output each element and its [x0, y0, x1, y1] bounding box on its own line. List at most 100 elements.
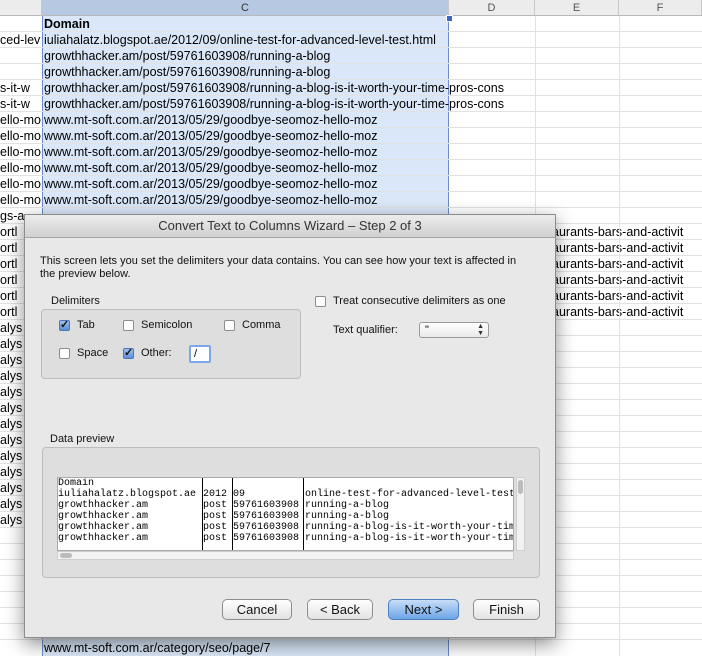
preview-vertical-scrollbar[interactable] [516, 477, 525, 551]
other-label: Other: [141, 347, 172, 359]
scrollbar-thumb[interactable] [60, 553, 72, 558]
cell-column-b[interactable]: ello-mo [0, 144, 42, 160]
delimiters-label: Delimiters [51, 295, 100, 307]
checkbox-checked-icon[interactable] [123, 346, 134, 359]
preview-horizontal-scrollbar[interactable] [57, 551, 514, 560]
updown-arrows-icon: ▲ ▼ [477, 323, 484, 337]
cell-column-e[interactable]: aurants-bars-and-activit [552, 304, 702, 320]
selection-handle[interactable] [446, 15, 453, 22]
preview-cell: 59761603908 [233, 500, 300, 511]
cell-column-c[interactable]: iuliahalatz.blogspot.ae/2012/09/online-t… [44, 32, 436, 48]
cell-column-b[interactable]: s-it-w [0, 96, 42, 112]
cell-column-c[interactable]: www.mt-soft.com.ar/2013/05/29/goodbye-se… [44, 176, 377, 192]
preview-cell: growthhacker.am [58, 500, 149, 511]
preview-cell: 09 [233, 489, 246, 500]
cell-column-e[interactable]: aurants-bars-and-activit [552, 256, 702, 272]
cell-column-b[interactable]: s-it-w [0, 80, 42, 96]
preview-cell: 2012 [203, 489, 228, 500]
cell-column-c[interactable]: growthhacker.am/post/59761603908/running… [44, 80, 504, 96]
other-delimiter-input[interactable]: / [189, 345, 211, 363]
semicolon-label: Semicolon [141, 319, 193, 331]
gridline [619, 16, 620, 656]
consecutive-delimiters-checkbox[interactable]: Treat consecutive delimiters as one [315, 295, 506, 307]
data-preview-table[interactable]: Domain iuliahalatz.blogspot.ae growthhac… [57, 477, 514, 551]
preview-cell: iuliahalatz.blogspot.ae [58, 489, 197, 500]
cell-column-c[interactable]: www.mt-soft.com.ar/2013/05/29/goodbye-se… [44, 192, 377, 208]
text-qualifier-label: Text qualifier: [333, 324, 398, 336]
cell-column-e[interactable]: aurants-bars-and-activit [552, 240, 702, 256]
checkbox-unchecked-icon[interactable] [224, 319, 235, 331]
cell-column-c[interactable]: www.mt-soft.com.ar/2013/05/29/goodbye-se… [44, 160, 377, 176]
space-label: Space [77, 347, 109, 359]
column-header-f[interactable]: F [619, 0, 702, 16]
data-preview-label: Data preview [50, 433, 115, 445]
checkbox-checked-icon[interactable] [59, 318, 70, 331]
cell-column-c[interactable]: growthhacker.am/post/59761603908/running… [44, 96, 504, 112]
preview-cell: growthhacker.am [58, 533, 149, 544]
cell-column-b[interactable]: ello-mo [0, 128, 42, 144]
preview-cell: running-a-blog-is-it-worth-your-tim [305, 533, 514, 544]
preview-cell [203, 478, 231, 489]
cell-column-c[interactable]: www.mt-soft.com.ar/2013/05/29/goodbye-se… [44, 144, 377, 160]
tab-checkbox[interactable]: Tab [59, 318, 95, 331]
sheet-row [0, 16, 702, 32]
text-qualifier-value: " [425, 324, 429, 336]
cell-column-e[interactable]: aurants-bars-and-activit [552, 224, 702, 240]
cell-column-e[interactable]: aurants-bars-and-activit [552, 288, 702, 304]
preview-cell: growthhacker.am [58, 511, 149, 522]
comma-checkbox[interactable]: Comma [224, 319, 281, 331]
other-checkbox[interactable]: Other: [123, 346, 172, 359]
preview-cell: running-a-blog-is-it-worth-your-tim [305, 522, 514, 533]
preview-cell: Domain [58, 478, 95, 489]
text-to-columns-dialog: Convert Text to Columns Wizard – Step 2 … [24, 214, 556, 638]
preview-cell: post [203, 522, 228, 533]
dialog-description: This screen lets you set the delimiters … [40, 255, 517, 280]
column-header-c[interactable]: C [42, 0, 449, 16]
cell-column-c[interactable]: growthhacker.am/post/59761603908/running… [44, 64, 330, 80]
preview-column-1: Domain iuliahalatz.blogspot.ae growthhac… [58, 478, 202, 550]
checkbox-unchecked-icon[interactable] [315, 295, 326, 307]
column-header-b[interactable] [0, 0, 42, 16]
cell-column-c[interactable]: growthhacker.am/post/59761603908/running… [44, 48, 330, 64]
cancel-button[interactable]: Cancel [222, 599, 292, 620]
preview-column-2: 2012 post post post post [203, 478, 231, 550]
cell-column-b[interactable] [0, 64, 42, 80]
cell-column-b[interactable]: ello-mo [0, 112, 42, 128]
preview-cell: running-a-blog [305, 500, 390, 511]
preview-cell: 59761603908 [233, 533, 300, 544]
cell-column-b[interactable]: ced-lev [0, 32, 42, 48]
cell-column-b[interactable]: ello-mo [0, 192, 42, 208]
dialog-title: Convert Text to Columns Wizard – Step 2 … [25, 215, 555, 238]
next-button[interactable]: Next > [388, 599, 459, 620]
text-qualifier-select[interactable]: " ▲ ▼ [419, 322, 489, 338]
preview-column-3: 09 59761603908 59761603908 59761603908 5… [233, 478, 303, 550]
cell-column-b[interactable]: ello-mo [0, 176, 42, 192]
cell-column-c[interactable]: www.mt-soft.com.ar/2013/05/29/goodbye-se… [44, 112, 377, 128]
preview-cell: 59761603908 [233, 522, 300, 533]
finish-button[interactable]: Finish [473, 599, 540, 620]
column-header-e[interactable]: E [535, 0, 619, 16]
comma-label: Comma [242, 319, 281, 331]
tab-label: Tab [77, 319, 95, 331]
column-header-d[interactable]: D [449, 0, 535, 16]
cell-column-e[interactable]: aurants-bars-and-activit [552, 272, 702, 288]
preview-column-4: online-test-for-advanced-level-test runn… [305, 478, 514, 550]
cell-column-b[interactable] [0, 48, 42, 64]
cell-bottom-row[interactable]: www.mt-soft.com.ar/category/seo/page/7 [44, 640, 270, 656]
back-button[interactable]: < Back [307, 599, 373, 620]
preview-cell: running-a-blog [305, 511, 390, 522]
cell-column-c[interactable]: www.mt-soft.com.ar/2013/05/29/goodbye-se… [44, 128, 377, 144]
preview-cell [233, 478, 303, 489]
space-checkbox[interactable]: Space [59, 347, 108, 359]
preview-cell: post [203, 500, 228, 511]
scrollbar-thumb[interactable] [518, 480, 523, 494]
preview-cell: 59761603908 [233, 511, 300, 522]
header-cell-domain[interactable]: Domain [44, 16, 90, 32]
preview-cell [305, 478, 513, 489]
preview-cell: post [203, 511, 228, 522]
preview-cell: online-test-for-advanced-level-test [305, 489, 514, 500]
checkbox-unchecked-icon[interactable] [59, 347, 70, 359]
cell-column-b[interactable]: ello-mo [0, 160, 42, 176]
checkbox-unchecked-icon[interactable] [123, 319, 134, 331]
semicolon-checkbox[interactable]: Semicolon [123, 319, 192, 331]
